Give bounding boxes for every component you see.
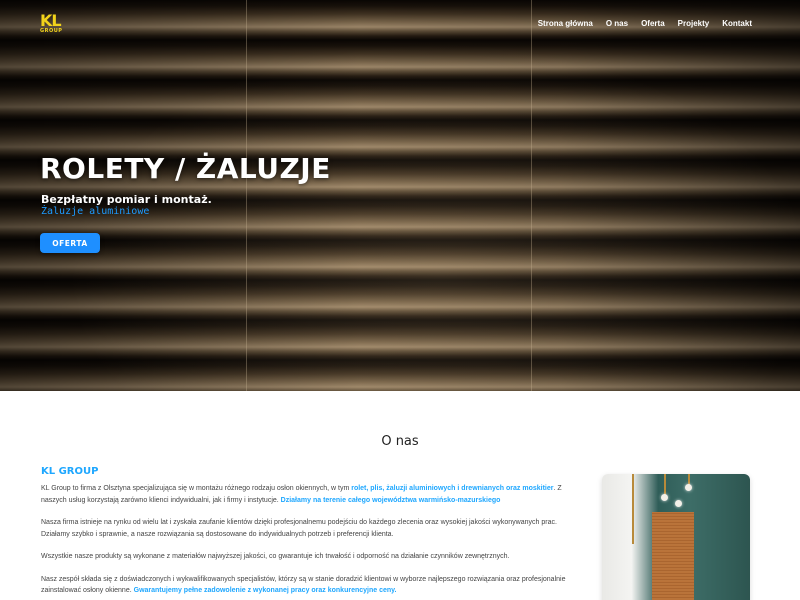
- hero-subtitle: Bezpłatny pomiar i montaż.: [41, 193, 212, 206]
- highlight-products: rolet, plis, żaluzji aluminiowych i drew…: [351, 485, 554, 492]
- nav-item-projects[interactable]: Projekty: [678, 18, 710, 30]
- offer-button[interactable]: OFERTA: [40, 233, 100, 253]
- hero-typed-text: Żaluzje aluminiowe: [41, 206, 150, 217]
- logo-mark: KL: [40, 11, 62, 30]
- nav-item-home[interactable]: Strona główna: [538, 18, 593, 30]
- interior-photo: [602, 474, 750, 600]
- highlight-guarantee: Gwarantujemy pełne zadowolenie z wykonan…: [133, 587, 397, 594]
- blind-cord: [531, 0, 532, 391]
- nav-item-offer[interactable]: Oferta: [641, 18, 665, 30]
- highlight-region: Działamy na terenie całego województwa w…: [280, 496, 501, 504]
- lamp-rod: [664, 474, 666, 496]
- hero-title: ROLETY / ŻALUZJE: [40, 152, 331, 185]
- nav-item-about[interactable]: O nas: [606, 18, 628, 30]
- hero-section: KL GROUP Strona główna O nas Oferta Proj…: [0, 0, 800, 391]
- company-name: KL GROUP: [41, 466, 99, 477]
- paragraph-text: KL Group to firma z Olsztyna specjalizuj…: [41, 485, 352, 492]
- about-paragraph-4: Nasz zespół składa się z doświadczonych …: [41, 574, 581, 597]
- about-paragraph-2: Nasza firma istnieje na rynku od wielu l…: [41, 519, 557, 538]
- lamp-rod: [632, 474, 634, 544]
- lamp-bulb: [675, 500, 682, 507]
- blind-cord: [246, 0, 247, 391]
- about-title: O nas: [381, 434, 419, 449]
- lamp-bulb: [661, 494, 668, 501]
- logo-subtext: GROUP: [40, 28, 63, 34]
- main-nav: Strona główna O nas Oferta Projekty Kont…: [538, 18, 752, 30]
- nav-item-contact[interactable]: Kontakt: [722, 18, 752, 30]
- wooden-blind: [652, 512, 694, 600]
- about-paragraph-1: KL Group to firma z Olsztyna specjalizuj…: [41, 483, 581, 506]
- logo[interactable]: KL GROUP: [40, 11, 70, 36]
- lamp-bulb: [685, 484, 692, 491]
- about-paragraph-3: Wszystkie nasze produkty są wykonane z m…: [41, 553, 510, 560]
- about-content: KL GROUP KL Group to firma z Olsztyna sp…: [41, 466, 581, 600]
